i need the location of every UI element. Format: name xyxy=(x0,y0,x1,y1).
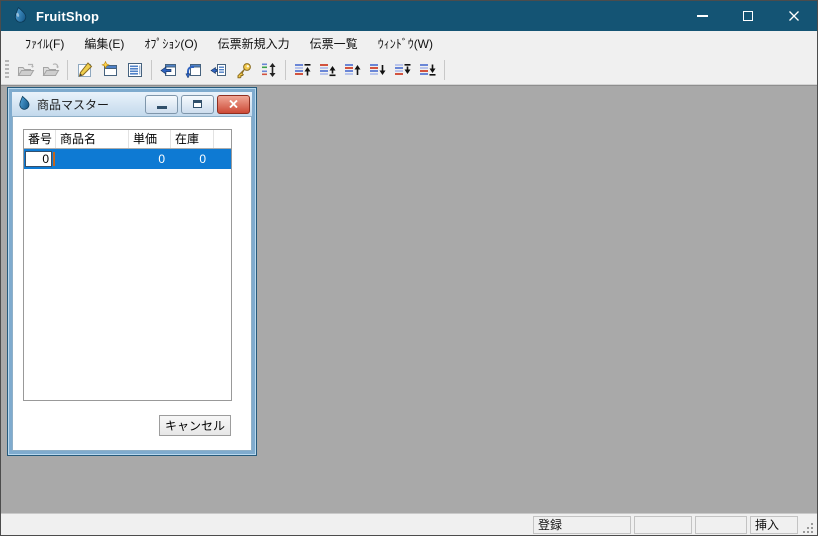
text-cursor xyxy=(53,152,55,166)
previous-record-button[interactable] xyxy=(340,58,365,82)
menu-item-slip-list[interactable]: 伝票一覧 xyxy=(300,31,368,56)
minimize-button[interactable] xyxy=(679,1,725,31)
cell-filler xyxy=(214,149,231,169)
menu-item-options[interactable]: ｵﾌﾟｼｮﾝ(O) xyxy=(134,31,207,56)
toolbar-separator xyxy=(67,60,68,80)
toolbar-separator xyxy=(444,60,445,80)
column-header-number: 番号 xyxy=(24,130,56,148)
key-icon xyxy=(234,61,253,79)
caption-buttons xyxy=(679,1,817,31)
load-list-icon xyxy=(210,61,228,79)
open-button[interactable] xyxy=(13,58,38,82)
statusbar-panel-insert: 挿入 xyxy=(750,516,798,534)
new-window-button[interactable] xyxy=(97,58,122,82)
column-header-stock: 在庫 xyxy=(171,130,214,148)
child-minimize-button[interactable] xyxy=(145,95,178,114)
load-list-button[interactable] xyxy=(206,58,231,82)
child-body: 番号 商品名 単価 在庫 0 0 0 xyxy=(12,116,252,451)
close-button[interactable] xyxy=(771,1,817,31)
cancel-button[interactable]: キャンセル xyxy=(159,415,231,436)
first-record-button[interactable] xyxy=(290,58,315,82)
menubar: ﾌｧｲﾙ(F) 編集(E) ｵﾌﾟｼｮﾝ(O) 伝票新規入力 伝票一覧 ｳｨﾝﾄ… xyxy=(1,31,817,56)
last-record-icon xyxy=(419,62,436,78)
load-window-button[interactable] xyxy=(156,58,181,82)
close-icon xyxy=(788,10,800,22)
sort-records-button[interactable] xyxy=(256,58,281,82)
statusbar-panel-3 xyxy=(695,516,747,534)
child-close-button[interactable] xyxy=(217,95,250,114)
cell-stock: 0 xyxy=(171,149,214,169)
last-record-button[interactable] xyxy=(415,58,440,82)
key-button[interactable] xyxy=(231,58,256,82)
open-alt-button[interactable] xyxy=(38,58,63,82)
open-icon xyxy=(16,61,36,79)
product-table: 番号 商品名 単価 在庫 0 0 0 xyxy=(23,129,232,401)
child-minimize-icon xyxy=(157,106,167,109)
number-edit-field[interactable]: 0 xyxy=(25,151,52,167)
cell-product-name xyxy=(56,149,129,169)
load-window-icon xyxy=(160,61,178,79)
column-header-unit-price: 単価 xyxy=(129,130,171,148)
toolbar-separator xyxy=(285,60,286,80)
reload-window-button[interactable] xyxy=(181,58,206,82)
next-record-icon xyxy=(369,62,386,78)
menu-item-new-slip-entry[interactable]: 伝票新規入力 xyxy=(208,31,300,56)
cell-unit-price: 0 xyxy=(129,149,171,169)
resize-grip-icon[interactable] xyxy=(801,517,815,535)
child-titlebar[interactable]: 商品マスター xyxy=(12,92,252,116)
child-close-icon xyxy=(229,100,238,108)
sort-records-icon xyxy=(260,61,278,79)
next-record-button[interactable] xyxy=(365,58,390,82)
product-table-header: 番号 商品名 単価 在庫 xyxy=(24,130,231,149)
cell-number: 0 xyxy=(24,149,56,169)
insert-record-below-icon xyxy=(394,62,411,78)
child-restore-button[interactable] xyxy=(181,95,214,114)
statusbar: 登録 挿入 xyxy=(1,513,817,535)
column-header-filler xyxy=(214,130,231,148)
minimize-icon xyxy=(697,15,708,17)
toolbar xyxy=(1,56,817,85)
child-window-product-master: 商品マスター 番号 商品名 単価 xyxy=(7,87,257,456)
insert-record-above-button[interactable] xyxy=(315,58,340,82)
statusbar-panel-mode: 登録 xyxy=(533,516,631,534)
maximize-icon xyxy=(743,11,753,21)
insert-record-above-icon xyxy=(319,62,336,78)
previous-record-icon xyxy=(344,62,361,78)
new-window-icon xyxy=(101,61,119,79)
window-list-button[interactable] xyxy=(122,58,147,82)
app-titlebar: FruitShop xyxy=(1,1,817,31)
reload-window-icon xyxy=(185,61,203,79)
toolbar-grip[interactable] xyxy=(5,60,9,80)
statusbar-panel-2 xyxy=(634,516,692,534)
menu-item-edit[interactable]: 編集(E) xyxy=(74,31,134,56)
toolbar-separator xyxy=(151,60,152,80)
edit-pencil-icon xyxy=(76,61,94,79)
mdi-area: 商品マスター 番号 商品名 単価 xyxy=(1,85,817,513)
child-title: 商品マスター xyxy=(37,96,109,113)
column-header-product-name: 商品名 xyxy=(56,130,129,148)
window-list-icon xyxy=(126,61,144,79)
first-record-icon xyxy=(294,62,311,78)
open-alt-icon xyxy=(41,61,61,79)
edit-pencil-button[interactable] xyxy=(72,58,97,82)
maximize-button[interactable] xyxy=(725,1,771,31)
table-row[interactable]: 0 0 0 xyxy=(24,149,231,169)
child-droplet-icon xyxy=(16,95,31,113)
app-droplet-icon xyxy=(11,6,28,26)
menu-item-file[interactable]: ﾌｧｲﾙ(F) xyxy=(15,31,74,56)
child-caption-buttons xyxy=(145,95,250,114)
child-restore-icon xyxy=(193,100,202,108)
insert-record-below-button[interactable] xyxy=(390,58,415,82)
app-title: FruitShop xyxy=(36,9,99,24)
app-window: FruitShop ﾌｧｲﾙ(F) 編集(E) ｵﾌﾟｼｮﾝ(O) 伝票新規入力… xyxy=(0,0,818,536)
menu-item-window[interactable]: ｳｨﾝﾄﾞｳ(W) xyxy=(368,31,443,56)
